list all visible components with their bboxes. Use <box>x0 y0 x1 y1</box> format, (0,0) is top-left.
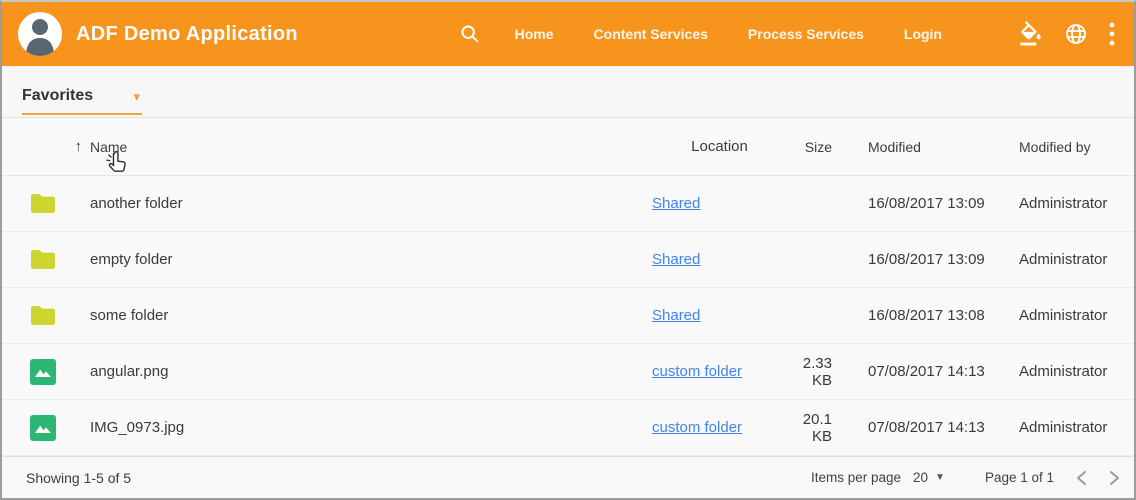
app-window: ADF Demo Application Home Content Servic… <box>0 0 1136 500</box>
nav-item-home[interactable]: Home <box>515 26 554 42</box>
file-name: IMG_0973.jpg <box>90 419 652 436</box>
modified-by: Administrator <box>1018 195 1134 212</box>
column-header-modified-by[interactable]: Modified by <box>1018 139 1134 155</box>
folder-icon <box>2 249 90 270</box>
table-header-row: ↑ Name Location Size Modified Modified b… <box>2 118 1134 176</box>
chevron-down-icon: ▼ <box>935 472 945 483</box>
document-list: ↑ Name Location Size Modified Modified b… <box>2 118 1134 456</box>
file-size: 2.33 KB <box>787 355 842 389</box>
items-per-page-label: Items per page <box>811 470 901 485</box>
location-link[interactable]: Shared <box>652 307 700 324</box>
modified-date: 16/08/2017 13:09 <box>842 195 1018 212</box>
next-page-button[interactable] <box>1109 470 1120 486</box>
folder-icon <box>2 305 90 326</box>
favorites-dropdown[interactable]: Favorites ▾ <box>22 87 142 115</box>
previous-page-button[interactable] <box>1076 470 1087 486</box>
column-header-modified[interactable]: Modified <box>842 139 1018 155</box>
favorites-label: Favorites <box>22 87 93 105</box>
file-name: another folder <box>90 195 652 212</box>
search-icon[interactable] <box>459 23 481 45</box>
nav-item-content-services[interactable]: Content Services <box>594 26 708 42</box>
sort-ascending-icon[interactable]: ↑ <box>2 138 90 155</box>
theme-color-fill-icon[interactable] <box>1018 21 1044 47</box>
modified-by: Administrator <box>1018 363 1134 380</box>
page-indicator-label: Page 1 of 1 <box>985 470 1054 485</box>
kebab-menu-icon[interactable] <box>1108 21 1116 47</box>
modified-by: Administrator <box>1018 307 1134 324</box>
items-per-page-value: 20 <box>913 470 928 485</box>
file-name: angular.png <box>90 363 652 380</box>
chevron-down-icon: ▾ <box>133 90 140 103</box>
location-link[interactable]: Shared <box>652 251 700 268</box>
file-name: empty folder <box>90 251 652 268</box>
nav-item-process-services[interactable]: Process Services <box>748 26 864 42</box>
language-globe-icon[interactable] <box>1064 22 1088 46</box>
modified-date: 07/08/2017 14:13 <box>842 363 1018 380</box>
avatar <box>18 12 62 56</box>
location-link[interactable]: custom folder <box>652 363 742 380</box>
modified-date: 07/08/2017 14:13 <box>842 419 1018 436</box>
column-header-name[interactable]: Name <box>90 139 652 155</box>
location-link[interactable]: Shared <box>652 195 700 212</box>
file-name: some folder <box>90 307 652 324</box>
app-header: ADF Demo Application Home Content Servic… <box>2 2 1134 66</box>
modified-date: 16/08/2017 13:08 <box>842 307 1018 324</box>
modified-date: 16/08/2017 13:09 <box>842 251 1018 268</box>
modified-by: Administrator <box>1018 419 1134 436</box>
header-nav: Home Content Services Process Services L… <box>459 21 1116 47</box>
column-header-size[interactable]: Size <box>787 139 842 155</box>
table-row[interactable]: another folder Shared 16/08/2017 13:09 A… <box>2 176 1134 232</box>
location-link[interactable]: custom folder <box>652 419 742 436</box>
view-toolbar: Favorites ▾ <box>2 66 1134 118</box>
table-row[interactable]: angular.png custom folder 2.33 KB 07/08/… <box>2 344 1134 400</box>
table-row[interactable]: some folder Shared 16/08/2017 13:08 Admi… <box>2 288 1134 344</box>
showing-range-label: Showing 1-5 of 5 <box>26 470 131 486</box>
nav-item-login[interactable]: Login <box>904 26 942 42</box>
image-file-icon <box>2 359 90 385</box>
table-row[interactable]: empty folder Shared 16/08/2017 13:09 Adm… <box>2 232 1134 288</box>
app-title: ADF Demo Application <box>76 23 298 46</box>
folder-icon <box>2 193 90 214</box>
file-size: 20.1 KB <box>787 411 842 445</box>
pagination-controls: Items per page 20 ▼ Page 1 of 1 <box>811 470 1120 486</box>
table-row[interactable]: IMG_0973.jpg custom folder 20.1 KB 07/08… <box>2 400 1134 456</box>
person-icon <box>18 12 62 56</box>
image-file-icon <box>2 415 90 441</box>
items-per-page-select[interactable]: 20 ▼ <box>913 470 945 485</box>
modified-by: Administrator <box>1018 251 1134 268</box>
pagination-footer: Showing 1-5 of 5 Items per page 20 ▼ Pag… <box>2 456 1134 498</box>
column-header-location[interactable]: Location <box>652 138 787 155</box>
